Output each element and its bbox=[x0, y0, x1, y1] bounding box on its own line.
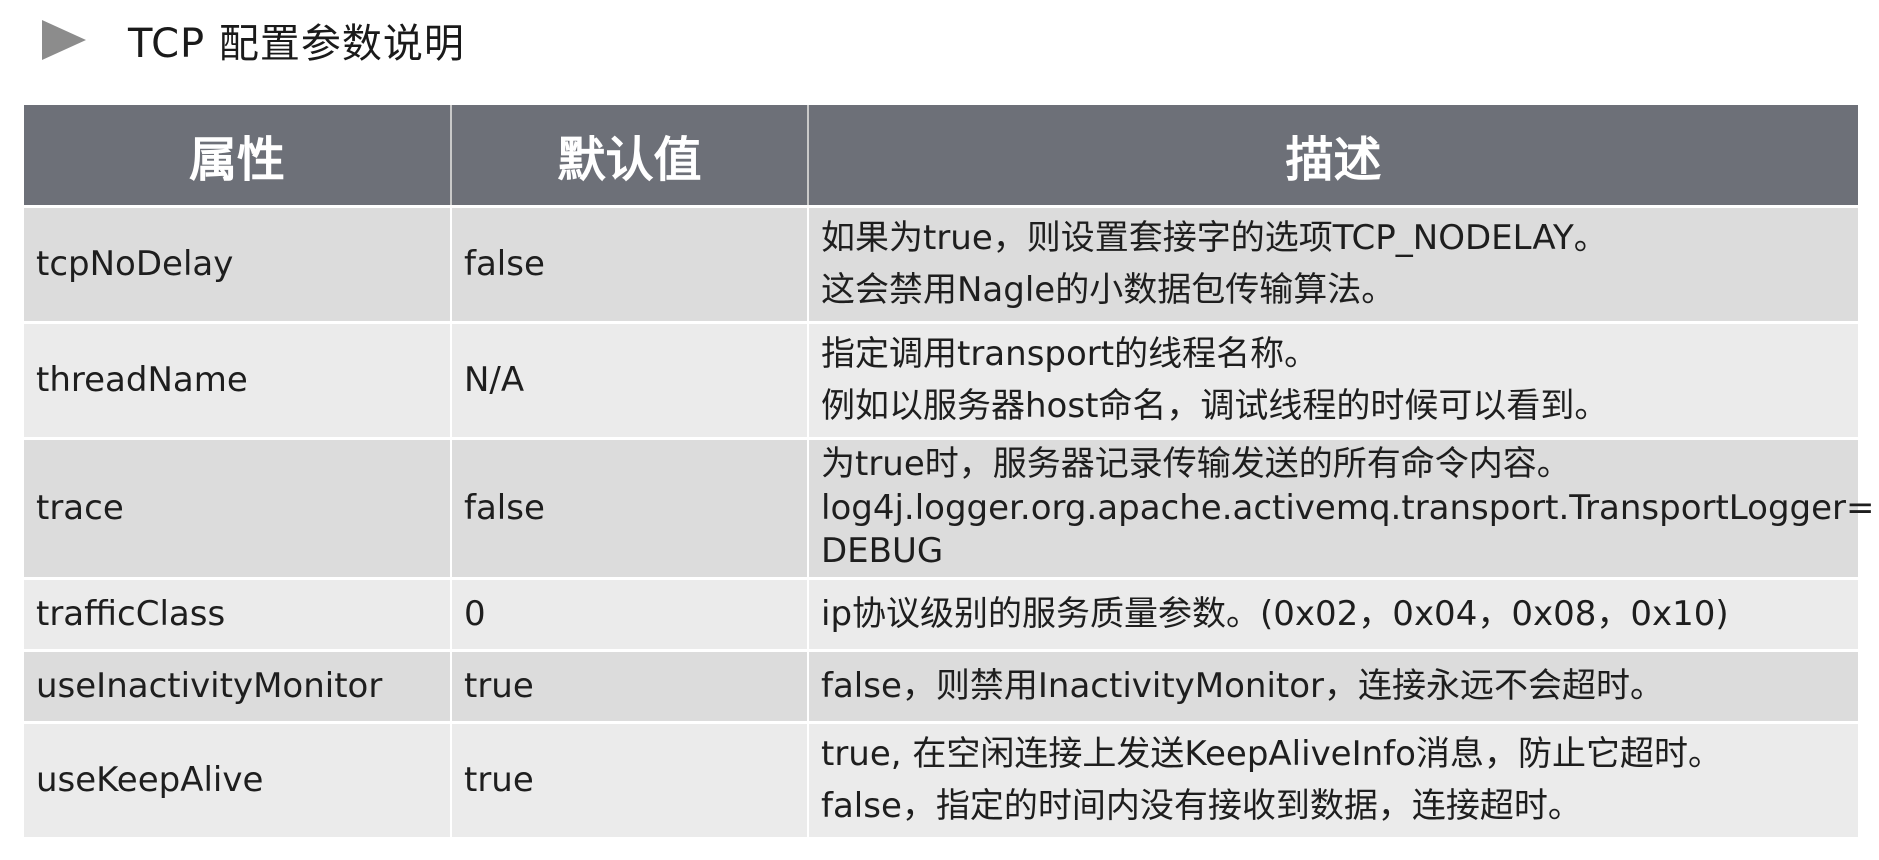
property-cell: useKeepAlive bbox=[24, 721, 452, 837]
play-triangle-icon bbox=[42, 20, 86, 60]
description-cell: ip协议级别的服务质量参数。(0x02，0x04，0x08，0x10) bbox=[808, 577, 1858, 651]
description-line: DEBUG bbox=[821, 531, 944, 572]
page-title: TCP 配置参数说明 bbox=[128, 21, 465, 67]
property-cell: threadName bbox=[24, 321, 452, 439]
property-cell: tcpNoDelay bbox=[24, 205, 452, 323]
column-header-default: 默认值 bbox=[451, 105, 809, 207]
description-line: log4j.logger.org.apache.activemq.transpo… bbox=[821, 487, 1875, 528]
default-cell: true bbox=[451, 721, 809, 837]
description-line: ip协议级别的服务质量参数。(0x02，0x04，0x08，0x10) bbox=[821, 593, 1729, 634]
description-line: 为true时，服务器记录传输发送的所有命令内容。 bbox=[821, 444, 1571, 485]
description-line: 如果为true，则设置套接字的选项TCP_NODELAY。 bbox=[821, 217, 1608, 258]
property-cell: trafficClass bbox=[24, 577, 452, 651]
table-row: trace false 为true时，服务器记录传输发送的所有命令内容。 log… bbox=[24, 437, 1875, 579]
description-cell: 如果为true，则设置套接字的选项TCP_NODELAY。 这会禁用Nagle的… bbox=[808, 205, 1858, 323]
table-row: useKeepAlive true true, 在空闲连接上发送KeepAliv… bbox=[24, 721, 1858, 837]
column-header-property: 属性 bbox=[24, 105, 452, 207]
property-cell: useInactivityMonitor bbox=[24, 649, 452, 723]
default-cell: false bbox=[451, 205, 809, 323]
table-row: useInactivityMonitor true false，则禁用Inact… bbox=[24, 649, 1858, 723]
table-row: tcpNoDelay false 如果为true，则设置套接字的选项TCP_NO… bbox=[24, 205, 1858, 323]
default-cell: 0 bbox=[451, 577, 809, 651]
table-row: threadName N/A 指定调用transport的线程名称。 例如以服务… bbox=[24, 321, 1858, 439]
default-cell: false bbox=[451, 437, 809, 579]
table-header-row: 属性 默认值 描述 bbox=[24, 105, 1858, 207]
default-cell: N/A bbox=[451, 321, 809, 439]
column-header-description: 描述 bbox=[808, 105, 1858, 207]
property-cell: trace bbox=[24, 437, 452, 579]
description-cell: false，则禁用InactivityMonitor，连接永远不会超时。 bbox=[808, 649, 1858, 723]
description-line: 指定调用transport的线程名称。 bbox=[821, 333, 1319, 374]
description-line: false，则禁用InactivityMonitor，连接永远不会超时。 bbox=[821, 665, 1665, 706]
description-cell: 指定调用transport的线程名称。 例如以服务器host命名，调试线程的时候… bbox=[808, 321, 1858, 439]
description-cell: 为true时，服务器记录传输发送的所有命令内容。 log4j.logger.or… bbox=[808, 437, 1875, 579]
description-line: 这会禁用Nagle的小数据包传输算法。 bbox=[821, 269, 1396, 310]
description-line: true, 在空闲连接上发送KeepAliveInfo消息，防止它超时。 bbox=[821, 733, 1722, 774]
description-cell: true, 在空闲连接上发送KeepAliveInfo消息，防止它超时。 fal… bbox=[808, 721, 1858, 837]
page-header: TCP 配置参数说明 bbox=[42, 12, 465, 68]
tcp-config-table: 属性 默认值 描述 tcpNoDelay false 如果为true，则设置套接… bbox=[24, 105, 1875, 837]
default-cell: true bbox=[451, 649, 809, 723]
table-row: trafficClass 0 ip协议级别的服务质量参数。(0x02，0x04，… bbox=[24, 577, 1858, 651]
description-line: 例如以服务器host命名，调试线程的时候可以看到。 bbox=[821, 385, 1609, 426]
description-line: false，指定的时间内没有接收到数据，连接超时。 bbox=[821, 785, 1582, 826]
